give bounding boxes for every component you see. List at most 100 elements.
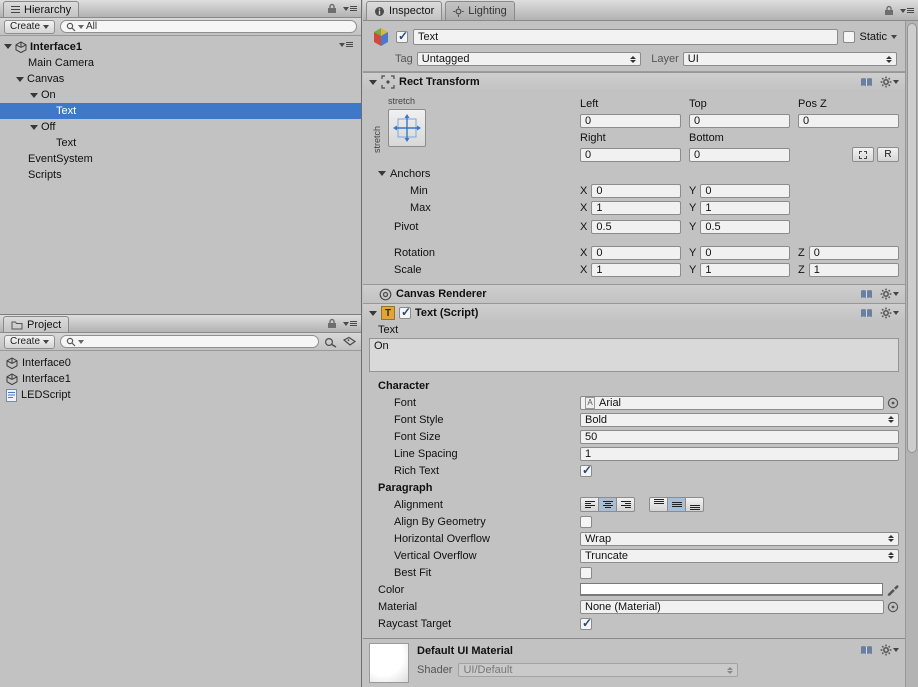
align-center-button[interactable]: [598, 497, 617, 512]
hierarchy-item-off[interactable]: Off: [0, 119, 361, 135]
tab-project[interactable]: Project: [3, 316, 70, 332]
static-checkbox[interactable]: [843, 31, 856, 43]
help-book-icon[interactable]: [860, 77, 873, 88]
text-script-enabled-checkbox[interactable]: [399, 305, 411, 319]
static-dropdown-icon[interactable]: [891, 35, 897, 39]
object-picker-icon[interactable]: [887, 601, 899, 613]
raycast-target-checkbox[interactable]: [580, 616, 592, 630]
edit-rect-button[interactable]: [852, 147, 874, 162]
hierarchy-create-button[interactable]: Create: [4, 19, 56, 34]
vertical-overflow-dropdown[interactable]: Truncate: [580, 548, 899, 563]
hierarchy-item-text-on-selected[interactable]: Text: [0, 103, 361, 119]
text-value-textarea[interactable]: On: [369, 338, 899, 372]
rich-text-checkbox[interactable]: [580, 463, 592, 477]
pivot-y-field[interactable]: 0.5: [700, 219, 790, 234]
pivot-x-field[interactable]: 0.5: [591, 219, 681, 234]
rotation-y-field[interactable]: 0: [700, 245, 790, 260]
bottom-field[interactable]: 0: [689, 147, 790, 162]
material-object-field[interactable]: None (Material): [580, 599, 884, 614]
gear-menu[interactable]: [880, 307, 899, 319]
anchor-min-x-field[interactable]: 0: [591, 183, 681, 198]
tab-hierarchy[interactable]: Hierarchy: [3, 1, 80, 17]
lock-icon[interactable]: [884, 5, 894, 16]
font-size-field[interactable]: 50: [580, 429, 899, 444]
scrollbar-thumb[interactable]: [907, 23, 917, 453]
tab-lighting[interactable]: Lighting: [445, 1, 515, 20]
hierarchy-item-main-camera[interactable]: Main Camera: [0, 55, 361, 71]
rect-transform-header[interactable]: Rect Transform: [363, 72, 905, 91]
gear-menu[interactable]: [880, 288, 899, 300]
posz-field[interactable]: 0: [798, 113, 899, 128]
layer-dropdown[interactable]: UI: [682, 52, 897, 66]
foldout-icon[interactable]: [30, 92, 38, 98]
search-by-type-icon[interactable]: [324, 336, 338, 348]
anchors-foldout[interactable]: Anchors: [363, 165, 905, 182]
tab-inspector[interactable]: Inspector: [366, 1, 443, 20]
gear-menu[interactable]: [880, 644, 899, 656]
best-fit-checkbox[interactable]: [580, 566, 592, 579]
hierarchy-search-input[interactable]: All: [60, 20, 357, 33]
lock-icon[interactable]: [327, 318, 337, 329]
lock-icon[interactable]: [327, 3, 337, 14]
font-object-field[interactable]: A Arial: [580, 395, 884, 410]
project-item-ledscript[interactable]: LEDScript: [0, 387, 361, 403]
scale-z-field[interactable]: 1: [808, 262, 899, 277]
raw-edit-button[interactable]: R: [877, 147, 899, 162]
top-field[interactable]: 0: [689, 113, 790, 128]
anchor-max-x-field[interactable]: 1: [591, 200, 681, 215]
help-book-icon[interactable]: [860, 645, 873, 656]
search-by-label-icon[interactable]: [343, 336, 357, 348]
scale-y-field[interactable]: 1: [700, 262, 790, 277]
font-style-dropdown[interactable]: Bold: [580, 412, 899, 427]
anchor-preset-button[interactable]: [388, 109, 426, 147]
align-right-button[interactable]: [616, 497, 635, 512]
panel-menu-icon[interactable]: [343, 321, 357, 326]
project-search-input[interactable]: [60, 335, 319, 348]
gameobject-active-checkbox[interactable]: [396, 29, 408, 43]
help-book-icon[interactable]: [860, 308, 873, 319]
project-create-button[interactable]: Create: [4, 334, 56, 349]
tag-dropdown[interactable]: Untagged: [416, 52, 642, 66]
canvas-renderer-header[interactable]: Canvas Renderer: [363, 284, 905, 303]
line-spacing-field[interactable]: 1: [580, 446, 899, 461]
foldout-icon[interactable]: [16, 76, 24, 82]
right-field[interactable]: 0: [580, 147, 681, 162]
color-swatch[interactable]: [580, 583, 883, 596]
eyedropper-icon[interactable]: [886, 583, 899, 596]
hierarchy-item-eventsystem[interactable]: EventSystem: [0, 151, 361, 167]
scale-x-field[interactable]: 1: [591, 262, 681, 277]
project-item-interface0[interactable]: Interface0: [0, 355, 361, 371]
align-middle-button[interactable]: [667, 497, 686, 512]
inspector-scrollbar[interactable]: [905, 21, 918, 687]
align-left-button[interactable]: [580, 497, 599, 512]
align-by-geometry-checkbox[interactable]: [580, 515, 592, 528]
anchor-max-y-field[interactable]: 1: [700, 200, 790, 215]
shader-dropdown[interactable]: UI/Default: [458, 663, 739, 677]
material-preview-thumbnail[interactable]: [369, 643, 409, 683]
help-book-icon[interactable]: [860, 289, 873, 300]
foldout-icon[interactable]: [30, 124, 38, 130]
object-picker-icon[interactable]: [887, 397, 899, 409]
rotation-x-field[interactable]: 0: [591, 245, 681, 260]
hierarchy-item-scripts[interactable]: Scripts: [0, 167, 361, 183]
hierarchy-scene-row[interactable]: Interface1: [0, 38, 361, 55]
foldout-icon[interactable]: [369, 79, 377, 85]
foldout-icon[interactable]: [4, 44, 12, 49]
panel-menu-icon[interactable]: [900, 8, 914, 13]
text-script-header[interactable]: T Text (Script): [363, 303, 905, 322]
hierarchy-item-canvas[interactable]: Canvas: [0, 71, 361, 87]
align-top-button[interactable]: [649, 497, 668, 512]
hierarchy-item-on[interactable]: On: [0, 87, 361, 103]
panel-menu-icon[interactable]: [343, 6, 357, 11]
anchor-min-y-field[interactable]: 0: [700, 183, 790, 198]
gear-menu[interactable]: [880, 76, 899, 88]
gameobject-name-field[interactable]: Text: [413, 29, 839, 45]
left-field[interactable]: 0: [580, 113, 681, 128]
align-bottom-button[interactable]: [685, 497, 704, 512]
project-item-interface1[interactable]: Interface1: [0, 371, 361, 387]
rotation-z-field[interactable]: 0: [808, 245, 899, 260]
horizontal-overflow-dropdown[interactable]: Wrap: [580, 531, 899, 546]
foldout-icon[interactable]: [369, 310, 377, 316]
scene-menu-icon[interactable]: [339, 42, 353, 47]
hierarchy-item-text-off[interactable]: Text: [0, 135, 361, 151]
